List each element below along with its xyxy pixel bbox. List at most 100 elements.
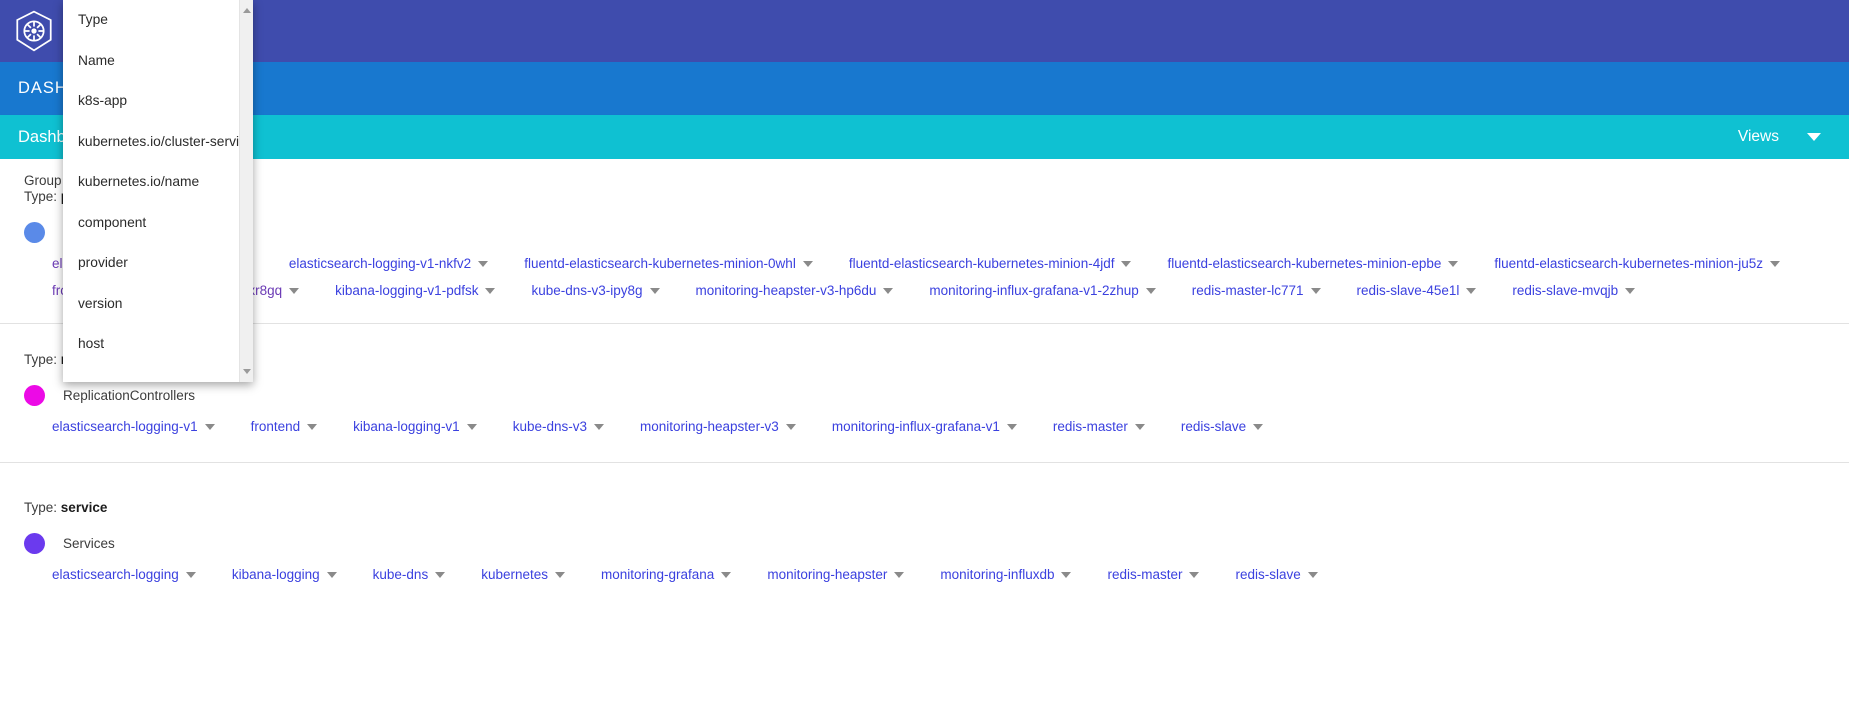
scroll-up-arrow-icon[interactable] bbox=[243, 8, 251, 13]
chip-service[interactable]: kibana-logging bbox=[232, 564, 337, 586]
chevron-down-icon[interactable] bbox=[467, 424, 477, 430]
group-by-option-cluster-service[interactable]: kubernetes.io/cluster-service bbox=[63, 122, 243, 163]
chevron-down-icon[interactable] bbox=[1308, 572, 1318, 578]
group-by-option-version[interactable]: version bbox=[63, 284, 243, 325]
chevron-down-icon[interactable] bbox=[555, 572, 565, 578]
chip-label: kibana-logging bbox=[232, 564, 320, 586]
chip-service[interactable]: redis-master bbox=[1107, 564, 1199, 586]
chevron-down-icon[interactable] bbox=[594, 424, 604, 430]
chip-service[interactable]: elasticsearch-logging bbox=[52, 564, 196, 586]
chip-replicationcontroller[interactable]: kube-dns-v3 bbox=[513, 416, 604, 438]
legend-dot-replicationcontrollers bbox=[24, 385, 45, 406]
chip-replicationcontroller[interactable]: monitoring-influx-grafana-v1 bbox=[832, 416, 1017, 438]
chevron-down-icon[interactable] bbox=[894, 572, 904, 578]
chevron-down-icon[interactable] bbox=[1007, 424, 1017, 430]
chevron-down-icon[interactable] bbox=[186, 572, 196, 578]
dashboard-content: Group by Type: pod Pods elasticsearch-lo… bbox=[0, 159, 1849, 714]
chevron-down-icon[interactable] bbox=[289, 288, 299, 294]
chip-label: monitoring-influxdb bbox=[940, 564, 1054, 586]
chip-pod[interactable]: redis-master-lc771 bbox=[1192, 280, 1321, 302]
chevron-down-icon[interactable] bbox=[650, 288, 660, 294]
chip-label: frontend bbox=[251, 416, 301, 438]
chip-label: kube-dns-v3-ipy8g bbox=[531, 280, 642, 302]
chevron-down-icon[interactable] bbox=[1253, 424, 1263, 430]
group-by-option-kubernetes-io-name[interactable]: kubernetes.io/name bbox=[63, 162, 243, 203]
chip-label: kubernetes bbox=[481, 564, 548, 586]
chip-replicationcontroller[interactable]: frontend bbox=[251, 416, 318, 438]
views-dropdown[interactable]: Views bbox=[1738, 128, 1831, 146]
section-type-line: Type: replicationcontroller bbox=[24, 344, 1849, 367]
chevron-down-icon[interactable] bbox=[883, 288, 893, 294]
chevron-down-icon[interactable] bbox=[1146, 288, 1156, 294]
chip-label: monitoring-grafana bbox=[601, 564, 714, 586]
chip-service[interactable]: kube-dns bbox=[373, 564, 446, 586]
chevron-down-icon[interactable] bbox=[1135, 424, 1145, 430]
chip-replicationcontroller[interactable]: kibana-logging-v1 bbox=[353, 416, 477, 438]
chip-pod[interactable]: fluentd-elasticsearch-kubernetes-minion-… bbox=[849, 253, 1132, 275]
chip-pod[interactable]: elasticsearch-logging-v1-nkfv2 bbox=[289, 253, 488, 275]
chip-label: kube-dns bbox=[373, 564, 429, 586]
chip-label: redis-master bbox=[1053, 416, 1128, 438]
chip-label: elasticsearch-logging-v1-nkfv2 bbox=[289, 253, 471, 275]
chip-pod[interactable]: fluentd-elasticsearch-kubernetes-minion-… bbox=[524, 253, 813, 275]
chip-replicationcontroller[interactable]: elasticsearch-logging-v1 bbox=[52, 416, 215, 438]
chip-replicationcontroller[interactable]: monitoring-heapster-v3 bbox=[640, 416, 796, 438]
group-by-option-provider[interactable]: provider bbox=[63, 243, 243, 284]
chip-service[interactable]: monitoring-heapster bbox=[767, 564, 904, 586]
chevron-down-icon[interactable] bbox=[1466, 288, 1476, 294]
chip-label: fluentd-elasticsearch-kubernetes-minion-… bbox=[849, 253, 1115, 275]
chip-service[interactable]: monitoring-grafana bbox=[601, 564, 731, 586]
chevron-down-icon[interactable] bbox=[478, 261, 488, 267]
chip-label: redis-slave bbox=[1235, 564, 1300, 586]
chip-list-services: elasticsearch-logging kibana-logging kub… bbox=[52, 564, 1839, 586]
chevron-down-icon[interactable] bbox=[307, 424, 317, 430]
chip-pod[interactable]: monitoring-heapster-v3-hp6du bbox=[696, 280, 894, 302]
chevron-down-icon[interactable] bbox=[1189, 572, 1199, 578]
chevron-down-icon[interactable] bbox=[803, 261, 813, 267]
group-by-option-host[interactable]: host bbox=[63, 324, 243, 365]
chip-label: kube-dns-v3 bbox=[513, 416, 587, 438]
group-by-option-component[interactable]: component bbox=[63, 203, 243, 244]
chip-label: redis-slave bbox=[1181, 416, 1246, 438]
chip-service[interactable]: redis-slave bbox=[1235, 564, 1317, 586]
chip-service[interactable]: monitoring-influxdb bbox=[940, 564, 1071, 586]
chip-pod[interactable]: redis-slave-45e1l bbox=[1357, 280, 1477, 302]
section-type-line: Type: service bbox=[24, 492, 1849, 515]
chevron-down-icon[interactable] bbox=[485, 288, 495, 294]
chip-label: monitoring-heapster-v3-hp6du bbox=[696, 280, 877, 302]
chevron-down-icon[interactable] bbox=[1625, 288, 1635, 294]
chevron-down-icon[interactable] bbox=[1311, 288, 1321, 294]
legend-row-replicationcontrollers: ReplicationControllers bbox=[24, 385, 1849, 406]
chip-replicationcontroller[interactable]: redis-master bbox=[1053, 416, 1145, 438]
group-by-dropdown-menu[interactable]: Type Name k8s-app kubernetes.io/cluster-… bbox=[63, 0, 253, 382]
chevron-down-icon[interactable] bbox=[205, 424, 215, 430]
chip-pod[interactable]: redis-slave-mvqjb bbox=[1512, 280, 1635, 302]
chevron-down-icon[interactable] bbox=[1061, 572, 1071, 578]
group-by-option-type[interactable]: Type bbox=[63, 0, 243, 41]
group-by-option-k8s-app[interactable]: k8s-app bbox=[63, 81, 243, 122]
chip-label: fluentd-elasticsearch-kubernetes-minion-… bbox=[1494, 253, 1763, 275]
scroll-down-arrow-icon[interactable] bbox=[243, 369, 251, 374]
chevron-down-icon[interactable] bbox=[435, 572, 445, 578]
chip-pod[interactable]: fluentd-elasticsearch-kubernetes-minion-… bbox=[1167, 253, 1458, 275]
section-divider bbox=[0, 462, 1849, 463]
chevron-down-icon[interactable] bbox=[1770, 261, 1780, 267]
chevron-down-icon[interactable] bbox=[1121, 261, 1131, 267]
chip-pod[interactable]: monitoring-influx-grafana-v1-2zhup bbox=[929, 280, 1155, 302]
chip-pod[interactable]: kibana-logging-v1-pdfsk bbox=[335, 280, 495, 302]
legend-dot-pods bbox=[24, 222, 45, 243]
chevron-down-icon[interactable] bbox=[786, 424, 796, 430]
chip-label: redis-slave-45e1l bbox=[1357, 280, 1460, 302]
group-by-option-name[interactable]: Name bbox=[63, 41, 243, 82]
chip-pod[interactable]: fluentd-elasticsearch-kubernetes-minion-… bbox=[1494, 253, 1780, 275]
chevron-down-icon[interactable] bbox=[721, 572, 731, 578]
chip-service[interactable]: kubernetes bbox=[481, 564, 565, 586]
sub-toolbar: Dashboard Views bbox=[0, 115, 1849, 159]
kubernetes-logo-icon bbox=[12, 9, 56, 53]
chip-pod[interactable]: kube-dns-v3-ipy8g bbox=[531, 280, 659, 302]
chip-replicationcontroller[interactable]: redis-slave bbox=[1181, 416, 1263, 438]
chevron-down-icon[interactable] bbox=[327, 572, 337, 578]
nav-tab-bar: DASHBOARD bbox=[0, 62, 1849, 115]
chevron-down-icon[interactable] bbox=[1448, 261, 1458, 267]
dropdown-scrollbar[interactable] bbox=[239, 0, 253, 382]
